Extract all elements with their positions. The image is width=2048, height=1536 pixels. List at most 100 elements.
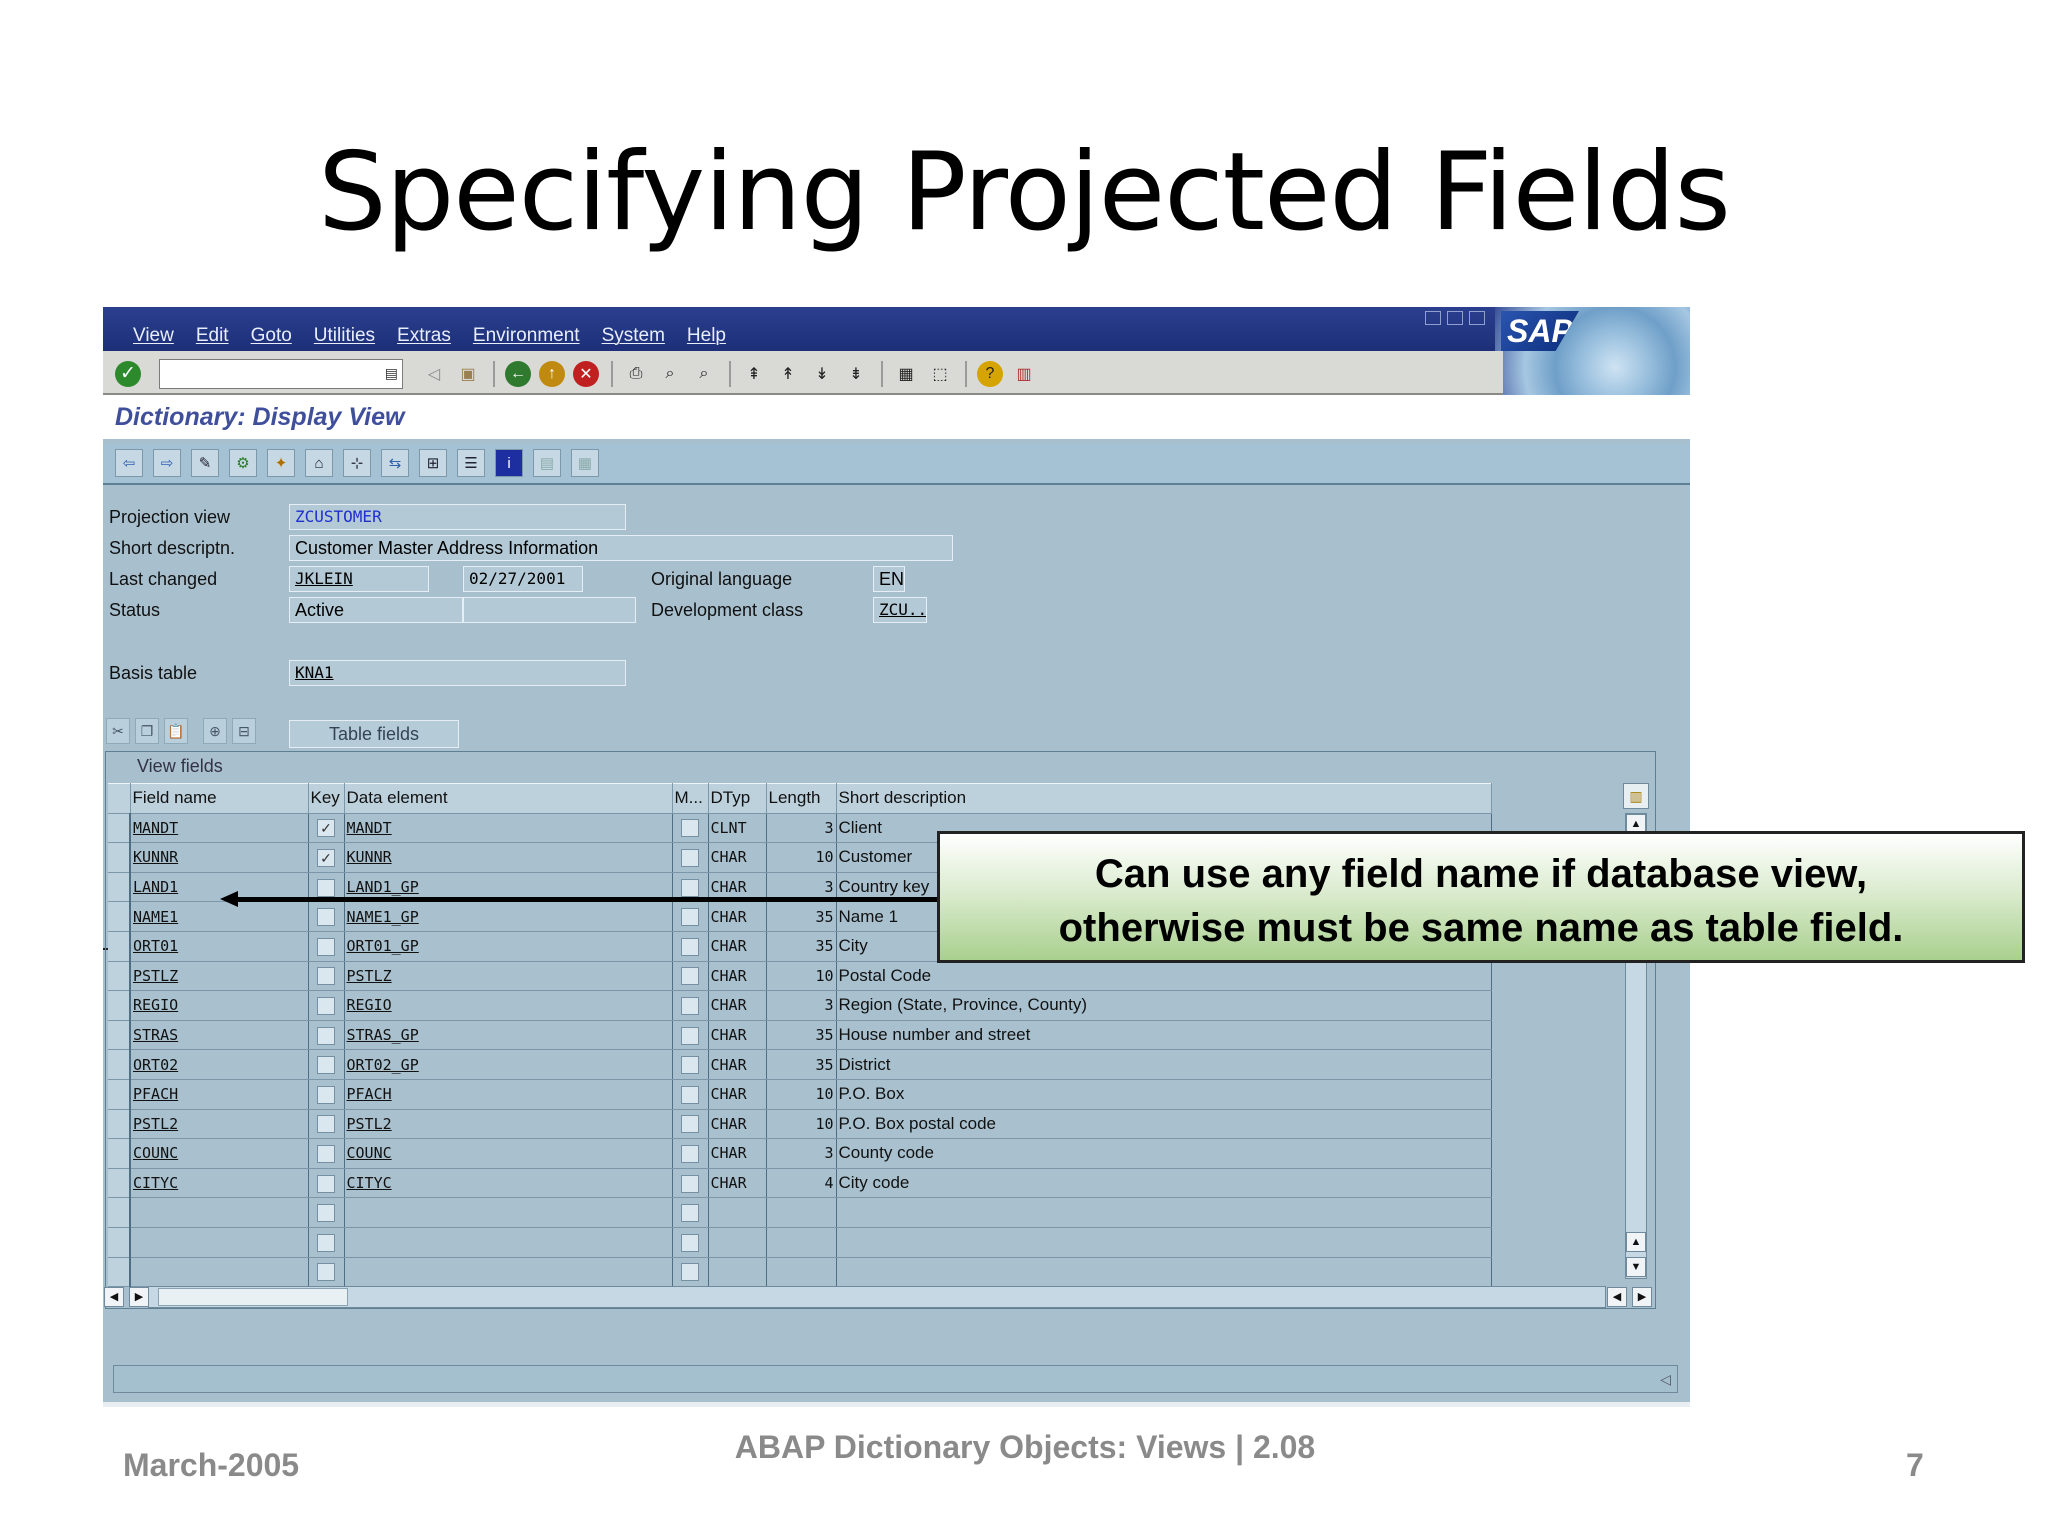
- key-cell[interactable]: ✓: [308, 842, 345, 873]
- field-name-cell[interactable]: [130, 1227, 309, 1258]
- object-list-icon[interactable]: ☰: [457, 449, 485, 477]
- print-icon[interactable]: ⎙: [623, 361, 649, 387]
- cancel-icon[interactable]: ✕: [573, 361, 599, 387]
- row-selector[interactable]: [108, 901, 131, 932]
- key-cell[interactable]: [308, 990, 345, 1021]
- insert-row-icon[interactable]: ⊕: [203, 718, 227, 744]
- key-checkbox[interactable]: ✓: [317, 819, 335, 838]
- cut-icon[interactable]: ✂: [106, 718, 130, 744]
- short-description-field[interactable]: Customer Master Address Information: [289, 535, 953, 561]
- where-used-icon[interactable]: ⌂: [305, 449, 333, 477]
- field-name-cell[interactable]: PSTL2: [130, 1109, 309, 1140]
- table-row[interactable]: COUNC COUNC CHAR 3 County code: [108, 1138, 1492, 1169]
- key-cell[interactable]: ✓: [308, 813, 345, 844]
- back-icon[interactable]: ←: [505, 361, 531, 387]
- mod-checkbox[interactable]: [681, 878, 699, 897]
- data-element-cell[interactable]: PSTLZ: [344, 961, 673, 992]
- horizontal-scrollbar[interactable]: ◀ ▶ ◀ ▶: [104, 1286, 1652, 1308]
- menu-environment[interactable]: Environment: [473, 325, 580, 347]
- field-name-cell[interactable]: ORT02: [130, 1049, 309, 1080]
- mod-checkbox[interactable]: [681, 1174, 699, 1193]
- row-selector[interactable]: [108, 1138, 131, 1169]
- menu-extras[interactable]: Extras: [397, 325, 451, 347]
- data-element-cell[interactable]: COUNC: [344, 1138, 673, 1169]
- menu-goto[interactable]: Goto: [251, 325, 292, 347]
- display-change-icon[interactable]: ✎: [191, 449, 219, 477]
- data-element-cell[interactable]: NAME1_GP: [344, 901, 673, 932]
- scroll-right-icon[interactable]: ▶: [129, 1287, 149, 1307]
- mod-cell[interactable]: [672, 1079, 709, 1110]
- table-settings-icon[interactable]: ▥: [1623, 783, 1649, 809]
- find-icon[interactable]: ⌕: [657, 361, 683, 387]
- key-checkbox[interactable]: [317, 967, 335, 986]
- row-selector[interactable]: [108, 990, 131, 1021]
- key-cell[interactable]: [308, 1109, 345, 1140]
- find-next-icon[interactable]: ⌕: [691, 361, 717, 387]
- field-name-cell[interactable]: NAME1: [130, 901, 309, 932]
- table-row[interactable]: REGIO REGIO CHAR 3 Region (State, Province, …: [108, 990, 1492, 1021]
- scroll-up-icon[interactable]: ▲: [1626, 1232, 1646, 1252]
- row-selector[interactable]: [108, 1197, 131, 1228]
- table-view-icon[interactable]: ▤: [533, 449, 561, 477]
- table-row[interactable]: PSTLZ PSTLZ CHAR 10 Postal Code: [108, 961, 1492, 992]
- mod-checkbox[interactable]: [681, 819, 699, 838]
- status-extra-field[interactable]: [463, 597, 636, 623]
- mod-cell[interactable]: [672, 1049, 709, 1080]
- mod-checkbox[interactable]: [681, 937, 699, 956]
- field-name-cell[interactable]: MANDT: [130, 813, 309, 844]
- status-collapse-icon[interactable]: ◁: [1660, 1371, 1671, 1388]
- last-changed-user-field[interactable]: JKLEIN: [289, 566, 429, 592]
- data-element-cell[interactable]: ORT01_GP: [344, 931, 673, 962]
- original-language-field[interactable]: EN: [873, 566, 905, 592]
- data-element-cell[interactable]: ORT02_GP: [344, 1049, 673, 1080]
- first-page-icon[interactable]: ⇞: [741, 361, 767, 387]
- minimize-icon[interactable]: [1425, 311, 1441, 325]
- key-cell[interactable]: [308, 1168, 345, 1199]
- last-page-icon[interactable]: ⇟: [843, 361, 869, 387]
- menu-utilities[interactable]: Utilities: [314, 325, 375, 347]
- data-element-cell[interactable]: [344, 1227, 673, 1258]
- activate-icon[interactable]: ✦: [267, 449, 295, 477]
- mod-cell[interactable]: [672, 1168, 709, 1199]
- mod-cell[interactable]: [672, 961, 709, 992]
- mod-checkbox[interactable]: [681, 1026, 699, 1045]
- field-name-cell[interactable]: PSTLZ: [130, 961, 309, 992]
- next-page-icon[interactable]: ↡: [809, 361, 835, 387]
- column-field-name[interactable]: Field name: [130, 783, 309, 814]
- row-selector[interactable]: [108, 1109, 131, 1140]
- mod-cell[interactable]: [672, 1227, 709, 1258]
- data-element-cell[interactable]: REGIO: [344, 990, 673, 1021]
- menu-system[interactable]: System: [602, 325, 665, 347]
- column-length[interactable]: Length: [766, 783, 837, 814]
- mod-checkbox[interactable]: [681, 1233, 699, 1252]
- data-element-cell[interactable]: KUNNR: [344, 842, 673, 873]
- field-name-cell[interactable]: STRAS: [130, 1020, 309, 1051]
- key-cell[interactable]: [308, 1020, 345, 1051]
- key-checkbox[interactable]: ✓: [317, 849, 335, 867]
- row-selector[interactable]: [108, 1168, 131, 1199]
- mod-cell[interactable]: [672, 1138, 709, 1169]
- projection-view-field[interactable]: ZCUSTOMER: [289, 504, 626, 530]
- row-selector[interactable]: [108, 872, 131, 903]
- mod-checkbox[interactable]: [681, 996, 699, 1015]
- scroll-right-icon[interactable]: ▶: [1632, 1287, 1652, 1307]
- key-cell[interactable]: [308, 1079, 345, 1110]
- key-cell[interactable]: [308, 901, 345, 932]
- paste-icon[interactable]: 📋: [164, 718, 188, 744]
- mod-cell[interactable]: [672, 931, 709, 962]
- key-cell[interactable]: [308, 1227, 345, 1258]
- key-checkbox[interactable]: [317, 1204, 335, 1223]
- table-row[interactable]: PSTL2 PSTL2 CHAR 10 P.O. Box postal code: [108, 1109, 1492, 1140]
- key-checkbox[interactable]: [317, 878, 335, 897]
- row-selector[interactable]: [108, 842, 131, 873]
- copy-icon[interactable]: ❐: [135, 718, 159, 744]
- row-selector[interactable]: [108, 931, 131, 962]
- info-icon[interactable]: i: [495, 449, 523, 477]
- key-cell[interactable]: [308, 1049, 345, 1080]
- mod-checkbox[interactable]: [681, 1115, 699, 1134]
- column-short-description[interactable]: Short description: [836, 783, 1492, 814]
- next-object-icon[interactable]: ⇨: [153, 449, 181, 477]
- key-checkbox[interactable]: [317, 1115, 335, 1134]
- mod-cell[interactable]: [672, 990, 709, 1021]
- mod-cell[interactable]: [672, 1020, 709, 1051]
